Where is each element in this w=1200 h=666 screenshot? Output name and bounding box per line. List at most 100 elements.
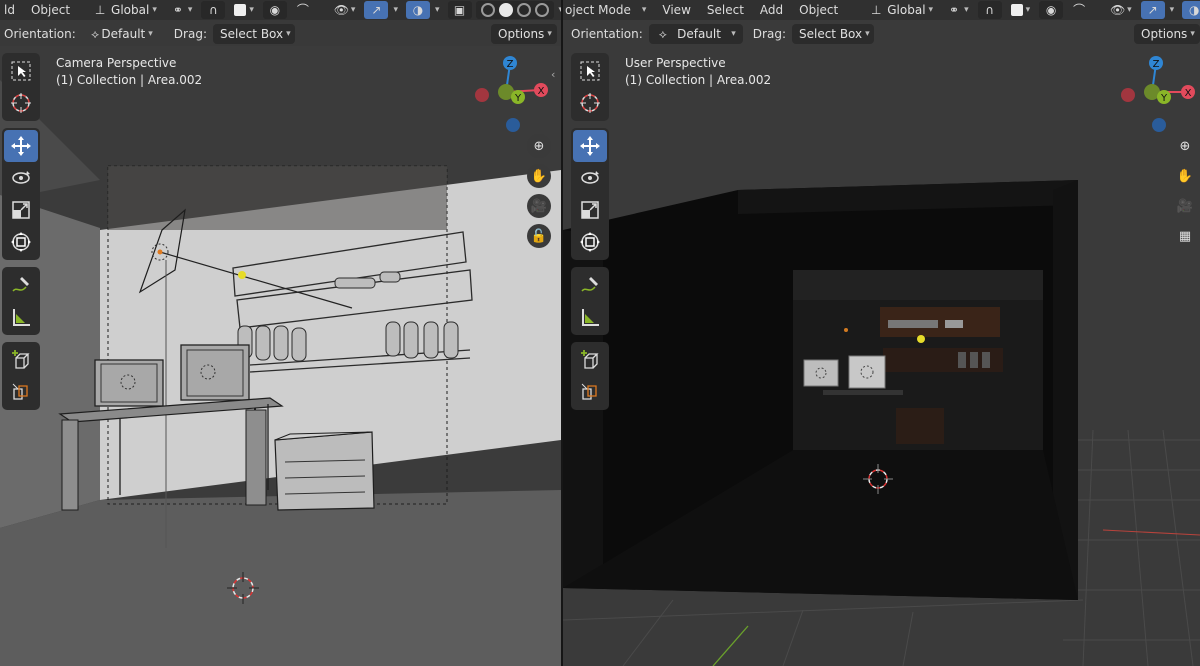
eye-icon: 👁	[333, 3, 350, 17]
xray-icon: ▣	[453, 3, 466, 17]
measure-tool[interactable]	[573, 301, 607, 333]
wireframe-shading-icon[interactable]	[480, 3, 495, 17]
tool-settings-right: Orientation: ⟡ Default ▾ Drag: Select Bo…	[563, 22, 1200, 46]
menu-add[interactable]: Add	[752, 3, 791, 17]
orientation-dropdown[interactable]: ⟡ Default ▾	[648, 24, 743, 44]
menu-object[interactable]: Object	[23, 3, 78, 17]
extrude-tool[interactable]	[573, 376, 607, 408]
mode-selector[interactable]: oject Mode	[563, 3, 639, 17]
cursor-tool[interactable]	[573, 87, 607, 119]
annotate-tool[interactable]	[573, 269, 607, 301]
snap-target-dropdown[interactable]: ▾	[1006, 1, 1036, 19]
rendered-shading-icon[interactable]	[534, 3, 549, 17]
solid-shading-icon[interactable]	[498, 3, 513, 17]
move-tool[interactable]	[4, 130, 38, 162]
measure-tool[interactable]	[4, 301, 38, 333]
transform-tool[interactable]	[4, 226, 38, 258]
zoom-icon[interactable]: ⊕	[527, 134, 551, 158]
drag-dropdown[interactable]: Select Box ▾	[791, 24, 874, 44]
add-cube-tool[interactable]	[573, 344, 607, 376]
viewport-right[interactable]: oject Mode ▾ View Select Add Object ⊥ Gl…	[563, 0, 1200, 666]
cursor-icon	[580, 93, 600, 113]
transform-orientation-dropdown[interactable]: ⊥ Global ▾	[88, 1, 162, 19]
chevron-down-icon: ▾	[547, 29, 552, 39]
material-shading-icon[interactable]	[516, 3, 531, 17]
options-dropdown[interactable]: Options ▾	[491, 24, 557, 44]
hand-pan-icon[interactable]: ✋	[527, 164, 551, 188]
visibility-dropdown[interactable]: 👁 ▾	[1105, 1, 1137, 19]
options-dropdown[interactable]: Options ▾	[1134, 24, 1200, 44]
move-icon	[580, 136, 600, 156]
tool-settings-left: Orientation: ⟡ Default ▾ Drag: Select Bo…	[0, 22, 561, 46]
proportional-edit-icon: ◉	[1045, 3, 1057, 17]
annotate-tool[interactable]	[4, 269, 38, 301]
falloff-dropdown[interactable]: ⌒	[1067, 1, 1091, 19]
menu-object[interactable]: Object	[791, 3, 846, 17]
chevron-down-icon: ▾	[152, 5, 157, 15]
chevron-down-icon[interactable]: ▾	[642, 5, 647, 15]
proportional-edit-button[interactable]: ◉	[262, 1, 287, 19]
pivot-button[interactable]: ⚭ ▾	[166, 1, 198, 19]
orientation-dropdown[interactable]: ⟡ Default ▾	[82, 24, 160, 44]
orientation-label: Orientation:	[571, 27, 643, 41]
hand-pan-icon[interactable]: ✋	[1173, 164, 1197, 188]
ortho-grid-icon[interactable]: ▦	[1173, 224, 1197, 248]
user-perspective-scene[interactable]	[563, 0, 1200, 666]
orientation-label: Orientation:	[4, 27, 76, 41]
measure-icon	[582, 309, 599, 326]
sidebar-toggle[interactable]: ‹	[551, 68, 555, 81]
extrude-tool[interactable]	[4, 376, 38, 408]
transform-icon	[11, 232, 31, 252]
zoom-icon[interactable]: ⊕	[1173, 134, 1197, 158]
overlay-toggle[interactable]: ◑	[1182, 1, 1200, 19]
select-box-tool[interactable]	[4, 55, 38, 87]
menu-select[interactable]: Select	[699, 3, 752, 17]
gizmo-y-label: Y	[514, 93, 522, 104]
visibility-dropdown[interactable]: 👁 ▾	[329, 1, 361, 19]
snap-button[interactable]: ∩	[201, 1, 226, 19]
scale-tool[interactable]	[4, 194, 38, 226]
add-cube-tool[interactable]	[4, 344, 38, 376]
chevron-down-icon[interactable]: ▾	[1170, 5, 1175, 15]
rotate-tool[interactable]	[573, 162, 607, 194]
chevron-down-icon: ▾	[1127, 5, 1132, 15]
scale-icon	[581, 201, 599, 219]
chevron-down-icon[interactable]: ▾	[435, 5, 440, 15]
gizmo-y-label: Y	[1160, 93, 1168, 104]
cursor-tool[interactable]	[4, 87, 38, 119]
camera-view-icon[interactable]: 🎥	[1173, 194, 1197, 218]
snap-button[interactable]: ∩	[977, 1, 1002, 19]
collection-info: (1) Collection | Area.002	[625, 73, 772, 87]
falloff-dropdown[interactable]: ⌒	[291, 1, 315, 19]
gizmo-toggle[interactable]: ↗	[1140, 1, 1165, 19]
navigation-gizmo-right[interactable]: Z Y X	[1116, 52, 1198, 134]
orientation-icon: ⟡	[91, 27, 100, 41]
viewport-left[interactable]: ld Object ⊥ Global ▾ ⚭ ▾ ∩ ▾ ◉ ⌒ 👁 ▾ ↗ ▾ ◑…	[0, 0, 561, 666]
pivot-button[interactable]: ⚭ ▾	[942, 1, 974, 19]
navigation-gizmo-left[interactable]: Z Y X	[470, 52, 552, 134]
chevron-down-icon[interactable]: ▾	[393, 5, 398, 15]
menu-item[interactable]: ld	[0, 3, 23, 17]
snap-target-dropdown[interactable]: ▾	[229, 1, 259, 19]
xray-toggle[interactable]: ▣	[447, 1, 472, 19]
proportional-edit-button[interactable]: ◉	[1039, 1, 1064, 19]
transform-tool[interactable]	[573, 226, 607, 258]
drag-dropdown[interactable]: Select Box ▾	[212, 24, 295, 44]
move-tool[interactable]	[573, 130, 607, 162]
extrude-icon	[581, 383, 597, 400]
transform-orientation-dropdown[interactable]: ⊥ Global ▾	[864, 1, 938, 19]
chevron-down-icon[interactable]: ▾	[559, 5, 561, 15]
select-box-tool[interactable]	[573, 55, 607, 87]
menu-view[interactable]: View	[654, 3, 698, 17]
chevron-down-icon: ▾	[1190, 29, 1195, 39]
overlay-toggle[interactable]: ◑	[405, 1, 430, 19]
gizmo-toggle[interactable]: ↗	[364, 1, 389, 19]
lock-camera-icon[interactable]: 🔓	[527, 224, 551, 248]
rotate-tool[interactable]	[4, 162, 38, 194]
snap-increment-icon	[234, 4, 247, 16]
scale-tool[interactable]	[573, 194, 607, 226]
camera-view-icon[interactable]: 🎥	[527, 194, 551, 218]
rotate-icon	[12, 171, 30, 184]
orientation-value: Default	[101, 27, 146, 41]
chevron-down-icon: ▾	[249, 5, 254, 15]
